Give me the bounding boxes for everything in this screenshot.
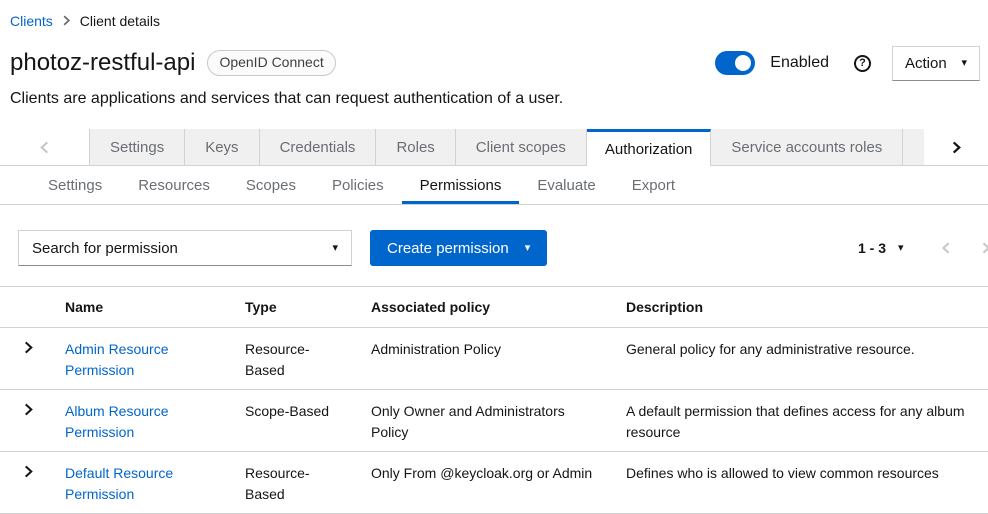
pagination-prev-button[interactable] [941, 242, 951, 254]
subtab-export[interactable]: Export [614, 166, 693, 204]
pagination: 1 - 3 ▾ [858, 230, 988, 266]
expand-column-header [0, 287, 49, 328]
tab-roles[interactable]: Roles [376, 129, 455, 166]
chevron-right-icon [23, 403, 34, 416]
protocol-badge: OpenID Connect [207, 50, 335, 75]
table-header-row: Name Type Associated policy Description [0, 287, 988, 328]
tab-settings[interactable]: Settings [89, 129, 185, 166]
tab-authorization[interactable]: Authorization [587, 129, 712, 166]
tabs-scroll-left-button[interactable] [0, 129, 89, 166]
table-row: Album Resource Permission Scope-Based On… [0, 390, 988, 452]
expand-row-button[interactable] [23, 465, 34, 478]
description-column-header: Description [610, 287, 988, 328]
permission-policy: Only Owner and Administrators Policy [355, 390, 610, 452]
tab-service-accounts-roles[interactable]: Service accounts roles [711, 129, 903, 166]
create-permission-button[interactable]: Create permission ▾ [370, 230, 547, 266]
permission-name-link[interactable]: Default Resource Permission [65, 465, 173, 502]
action-dropdown-label: Action [905, 55, 947, 72]
search-permission-label: Search for permission [32, 240, 178, 257]
breadcrumb-clients-link[interactable]: Clients [10, 13, 53, 29]
chevron-right-icon [23, 465, 34, 478]
permission-type: Resource-Based [229, 328, 355, 390]
subtab-scopes[interactable]: Scopes [228, 166, 314, 204]
help-icon[interactable]: ? [854, 55, 871, 72]
subtab-settings[interactable]: Settings [30, 166, 120, 204]
permission-description: A default permission that defines access… [610, 390, 988, 452]
expand-row-button[interactable] [23, 403, 34, 416]
permission-policy: Only From @keycloak.org or Admin [355, 452, 610, 514]
breadcrumb: Clients Client details [0, 0, 988, 30]
toggle-knob [735, 55, 751, 71]
subtab-resources[interactable]: Resources [120, 166, 228, 204]
permission-description: Defines who is allowed to view common re… [610, 452, 988, 514]
authorization-subtabs: Settings Resources Scopes Policies Permi… [0, 166, 988, 205]
expand-row-button[interactable] [23, 341, 34, 354]
policy-column-header: Associated policy [355, 287, 610, 328]
enabled-label: Enabled [770, 54, 829, 72]
chevron-left-icon [941, 242, 951, 254]
pagination-next-button[interactable] [981, 242, 988, 254]
caret-down-icon: ▾ [332, 243, 338, 254]
tab-keys[interactable]: Keys [185, 129, 259, 166]
search-permission-dropdown[interactable]: Search for permission ▾ [18, 230, 352, 266]
permission-description: General policy for any administrative re… [610, 328, 988, 390]
permission-name-link[interactable]: Album Resource Permission [65, 403, 169, 440]
permission-name-link[interactable]: Admin Resource Permission [65, 341, 169, 378]
chevron-right-icon [62, 15, 71, 26]
tab-permissions-truncated[interactable]: Permissions [903, 129, 924, 166]
subtab-permissions[interactable]: Permissions [402, 166, 520, 204]
tab-client-scopes[interactable]: Client scopes [456, 129, 587, 166]
permission-type: Scope-Based [229, 390, 355, 452]
permission-policy: Administration Policy [355, 328, 610, 390]
chevron-right-icon [981, 242, 988, 254]
page-title: photoz-restful-api [10, 49, 195, 77]
subtab-evaluate[interactable]: Evaluate [519, 166, 613, 204]
action-dropdown[interactable]: Action ▾ [892, 46, 980, 81]
chevron-right-icon [951, 141, 962, 154]
pagination-range: 1 - 3 [858, 240, 886, 256]
permissions-toolbar: Search for permission ▾ Create permissio… [0, 205, 988, 286]
table-row: Admin Resource Permission Resource-Based… [0, 328, 988, 390]
pagination-menu-caret-icon[interactable]: ▾ [898, 243, 904, 254]
breadcrumb-current: Client details [80, 13, 160, 29]
caret-down-icon: ▾ [961, 58, 967, 69]
type-column-header: Type [229, 287, 355, 328]
main-tabs: Settings Keys Credentials Roles Client s… [0, 129, 988, 166]
page-subtitle: Clients are applications and services th… [10, 90, 980, 108]
name-column-header: Name [49, 287, 229, 328]
page-header: photoz-restful-api OpenID Connect Enable… [0, 45, 988, 108]
permissions-table: Name Type Associated policy Description … [0, 286, 988, 514]
chevron-left-icon [39, 141, 50, 154]
permission-type: Resource-Based [229, 452, 355, 514]
create-permission-label: Create permission [387, 240, 509, 257]
caret-down-icon: ▾ [525, 243, 531, 254]
chevron-right-icon [23, 341, 34, 354]
subtab-policies[interactable]: Policies [314, 166, 402, 204]
enabled-toggle[interactable] [715, 51, 755, 75]
tabs-scroll-right-button[interactable] [951, 141, 962, 154]
table-row: Default Resource Permission Resource-Bas… [0, 452, 988, 514]
tab-credentials[interactable]: Credentials [260, 129, 377, 166]
